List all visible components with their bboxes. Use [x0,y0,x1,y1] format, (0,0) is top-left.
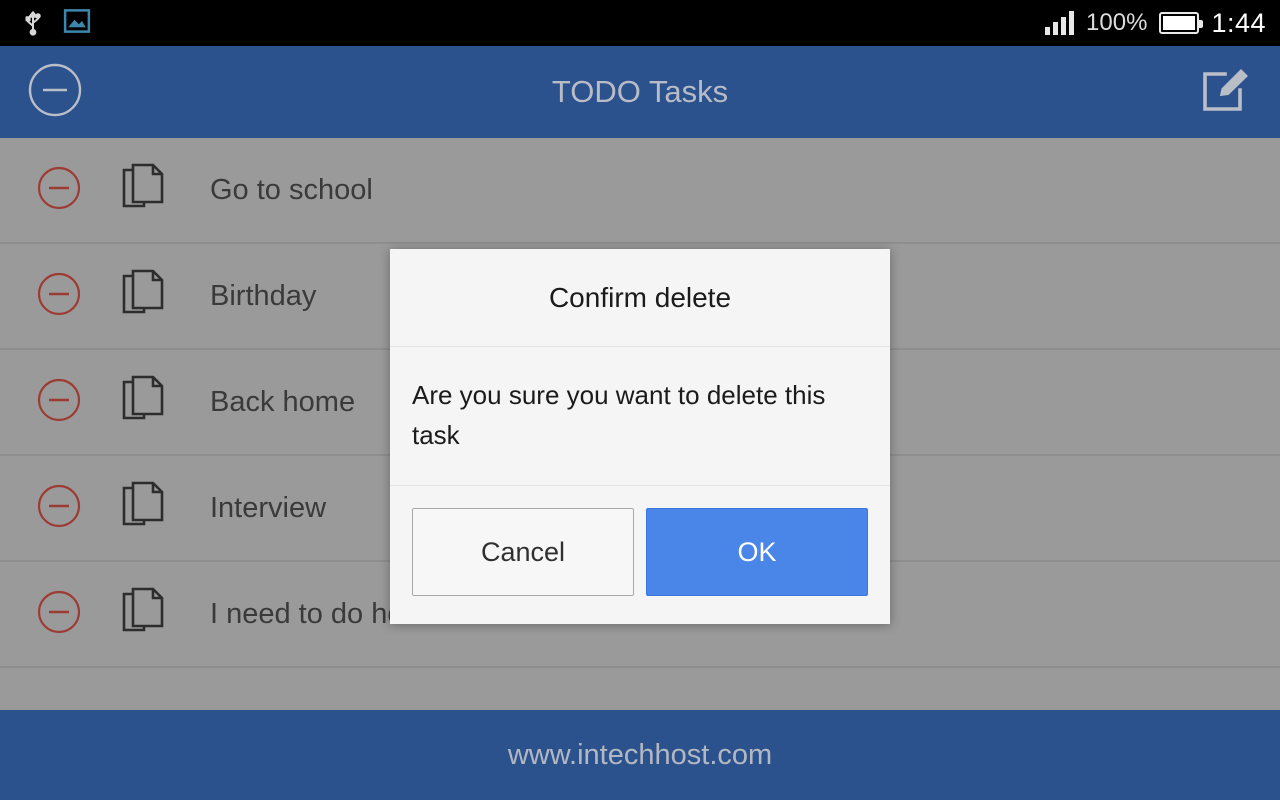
dialog-title-bar: Confirm delete [390,249,890,347]
ok-button[interactable]: OK [646,508,868,596]
dialog-message: Are you sure you want to delete this tas… [412,380,826,450]
dialog-title: Confirm delete [548,281,732,313]
compose-edit-icon[interactable] [1200,63,1254,122]
circle-minus-icon[interactable] [26,61,84,124]
dialog-actions: Cancel OK [390,486,890,624]
cancel-button[interactable]: Cancel [412,508,634,596]
confirm-delete-dialog: Confirm delete Are you sure you want to … [390,249,890,624]
phone-screen: 100% 1:44 TODO Tasks Go to school Birthd… [0,0,1280,800]
dialog-body: Are you sure you want to delete this tas… [390,347,890,486]
